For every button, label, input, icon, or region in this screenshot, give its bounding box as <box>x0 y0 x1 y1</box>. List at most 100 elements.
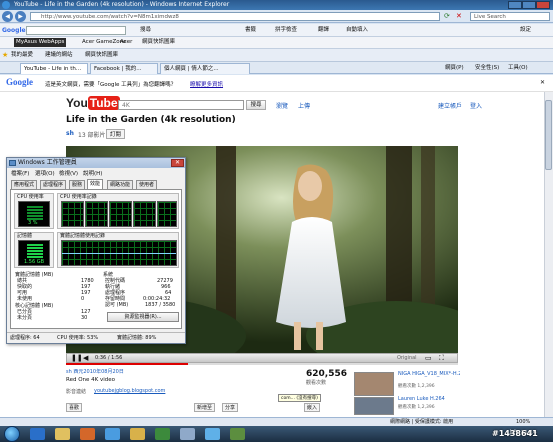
quality-selector[interactable]: Original <box>397 355 417 361</box>
zoom-level[interactable]: 100% <box>516 418 530 426</box>
tab-facebook[interactable]: Facebook | 我的... <box>90 63 158 74</box>
app-taskbar-icon[interactable] <box>180 428 195 440</box>
google-tool-translate[interactable]: 翻譯 <box>318 26 329 35</box>
tm-menu-help[interactable]: 說明(H) <box>83 169 102 177</box>
back-icon[interactable]: ◀ <box>2 11 13 22</box>
start-button[interactable] <box>4 426 20 442</box>
tab-bar: YouTube - Life in th... Facebook | 我的...… <box>0 62 553 74</box>
tm-tab-networking[interactable]: 網路功能 <box>107 180 134 189</box>
url-label: 影音連結 <box>66 389 87 395</box>
address-row: ◀ ▶ http://www.youtube.com/watch?v=N8m1x… <box>0 10 553 23</box>
memory-group: 記憶體 1.56 GB <box>14 232 54 268</box>
task-manager-close-button[interactable]: ✕ <box>171 159 184 167</box>
translate-close-icon[interactable]: ✕ <box>540 79 545 86</box>
tm-tab-performance[interactable]: 效能 <box>87 179 104 189</box>
close-button[interactable] <box>536 1 550 9</box>
translate-learn-more-link[interactable]: 瞭解更多資訊 <box>190 80 223 88</box>
cpu-history-graph-4 <box>133 201 156 227</box>
youtube-search-input[interactable]: 4K <box>118 100 244 110</box>
windows-taskbar: 上午 11:14 <box>0 426 553 442</box>
pause-icon[interactable]: ❚❚ <box>71 354 83 362</box>
favorites-bar: ★ 我的最愛 建議的網站 網頁快訊圖庫 <box>0 49 553 62</box>
subscribe-button[interactable]: 訂閱 <box>106 129 126 139</box>
tm-tab-applications[interactable]: 應用程式 <box>11 180 38 189</box>
minimize-button[interactable] <box>508 1 522 9</box>
live-search-input[interactable]: Live Search <box>470 12 550 21</box>
tab-youtube[interactable]: YouTube - Life in th... <box>20 63 88 74</box>
google-tool-search[interactable]: 搜尋 <box>140 26 151 35</box>
tools-menu[interactable]: 工具(O) <box>508 64 528 73</box>
app2-taskbar-icon[interactable] <box>205 428 220 440</box>
window-title: YouTube - Life in the Garden (4k resolut… <box>14 1 230 8</box>
related-thumb-2[interactable] <box>354 397 394 415</box>
task-manager-title: Windows 工作管理員 <box>18 159 77 166</box>
stop-icon[interactable]: ✕ <box>456 12 462 20</box>
favorites-suggested-sites[interactable]: 建議的網站 <box>45 51 73 60</box>
tm-status-cpu: CPU 使用率: 53% <box>57 335 99 341</box>
favorites-webslice[interactable]: 網頁快訊圖庫 <box>85 51 118 60</box>
tm-menu-file[interactable]: 檔案(F) <box>11 169 29 177</box>
add-to-button[interactable]: 新增至 <box>194 403 216 412</box>
google-tool-bookmarks[interactable]: 書籤 <box>245 26 256 35</box>
memory-gauge-bar <box>27 244 43 259</box>
refresh-icon[interactable]: ⟳ <box>444 12 450 20</box>
tm-tab-services[interactable]: 服務 <box>69 180 86 189</box>
google-tool-spellcheck[interactable]: 拼字檢查 <box>275 26 297 35</box>
translate-message: 這是英文網頁，需要「Google 工具列」為您翻譯嗎？ <box>45 82 177 88</box>
webslice-gallery-link[interactable]: 網頁快訊圖庫 <box>142 38 175 47</box>
view-count: 620,556 <box>306 369 347 379</box>
ie-taskbar-icon[interactable] <box>30 428 45 440</box>
folder-taskbar-icon[interactable] <box>130 428 145 440</box>
resize-icon[interactable]: ▭ <box>425 354 432 362</box>
favorites-star-icon[interactable]: ★ <box>2 51 8 59</box>
volume-icon[interactable]: ◀ <box>83 354 88 362</box>
related-thumb-1[interactable] <box>354 372 394 396</box>
embed-button[interactable]: 嵌入 <box>304 403 321 412</box>
tm-menu-options[interactable]: 選項(O) <box>35 169 55 177</box>
youtube-logo[interactable]: You Tube <box>66 96 120 114</box>
sign-in-link[interactable]: 登入 <box>470 101 482 110</box>
google-tool-settings[interactable]: 設定 <box>520 26 531 35</box>
task-manager-window[interactable]: Windows 工作管理員 ✕ 檔案(F) 選項(O) 檢視(V) 說明(H) … <box>6 157 186 344</box>
memory-value: 1.56 GB <box>24 259 45 265</box>
share-button[interactable]: 分享 <box>222 403 239 412</box>
tm-menu-view[interactable]: 檢視(V) <box>59 169 78 177</box>
tm-tab-users[interactable]: 使用者 <box>136 180 158 189</box>
browse-link[interactable]: 瀏覽 <box>276 101 288 110</box>
channel-name[interactable]: sh <box>66 130 74 137</box>
url-link[interactable]: youtubejgblog.blogspot.com <box>94 388 165 394</box>
taskmgr-taskbar-icon[interactable] <box>155 428 170 440</box>
related-title-2[interactable]: Lauren Luke H.264 <box>398 396 460 402</box>
app3-taskbar-icon[interactable] <box>230 428 245 440</box>
google-tool-autofill[interactable]: 自動填入 <box>346 26 368 35</box>
explorer-taskbar-icon[interactable] <box>55 428 70 440</box>
related-title-1[interactable]: NIGA HIGA_V18_MIX*-H.264.mov <box>398 371 460 377</box>
page-scroll-thumb[interactable] <box>545 100 552 170</box>
acer-link[interactable]: Acer <box>120 38 132 47</box>
tab-personal-page[interactable]: 個人網頁 | 情人節之... <box>160 63 250 74</box>
youtube-search-button[interactable]: 搜尋 <box>246 100 266 110</box>
google-search-input[interactable] <box>26 26 126 35</box>
create-account-link[interactable]: 建立帳戶 <box>438 101 462 110</box>
video-title: Life in the Garden (4k resolution) <box>66 115 236 125</box>
page-menu[interactable]: 網頁(P) <box>445 64 464 73</box>
media-taskbar-icon[interactable] <box>80 428 95 440</box>
address-bar[interactable]: http://www.youtube.com/watch?v=N8m1ximdw… <box>30 12 440 21</box>
ie-window-taskbar-icon[interactable] <box>105 428 120 440</box>
memory-label: 記憶體 <box>17 233 33 239</box>
uploader-date: sh 西元2010年08月20日 <box>66 369 124 375</box>
fullscreen-icon[interactable]: ⛶ <box>439 354 444 363</box>
upload-link[interactable]: 上傳 <box>298 101 310 110</box>
myasus-button[interactable]: MyAsus WebApps <box>14 38 67 47</box>
forward-icon[interactable]: ▶ <box>15 11 26 22</box>
safety-menu[interactable]: 安全性(S) <box>475 64 499 73</box>
cpu-history-graph-5 <box>157 201 177 227</box>
video-count: 13 部影片 <box>78 132 106 139</box>
tm-tab-processes[interactable]: 處理程序 <box>40 180 67 189</box>
favorites-label[interactable]: 我的最愛 <box>11 51 33 60</box>
maximize-button[interactable] <box>522 1 536 9</box>
resource-monitor-button[interactable]: 資源監視器(R)... <box>107 312 179 322</box>
memory-history-graph <box>61 240 177 266</box>
view-count-label: 觀看次數 <box>306 380 327 386</box>
like-button[interactable]: 喜歡 <box>66 403 83 412</box>
